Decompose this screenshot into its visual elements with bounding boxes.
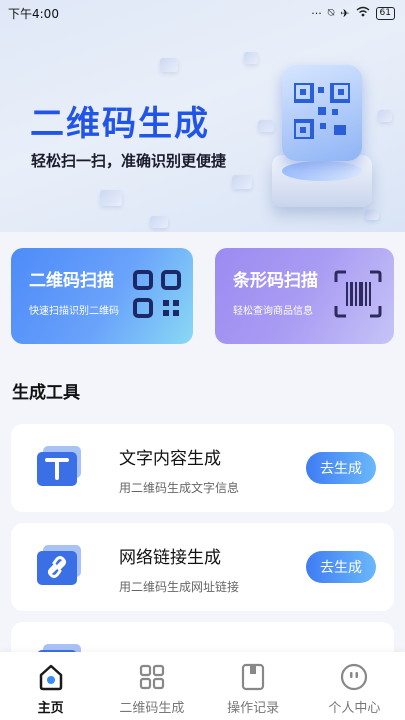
generate-text-button[interactable]: 去生成 (306, 452, 376, 484)
airplane-icon: ✈ (340, 6, 350, 20)
barcode-icon (334, 270, 382, 322)
nav-label: 操作记录 (227, 701, 280, 716)
status-time: 下午4:00 (8, 6, 59, 21)
tool-desc: 用二维码生成文字信息 (119, 481, 240, 495)
barcode-scan-card[interactable]: 条形码扫描 轻松查询商品信息 (215, 248, 394, 344)
battery-icon: 61 (375, 6, 395, 20)
nav-home[interactable]: 主页 (0, 652, 101, 720)
qr-illustration (268, 55, 378, 215)
nav-label: 二维码生成 (119, 701, 185, 716)
wifi-icon (356, 6, 370, 20)
nav-label: 主页 (37, 701, 64, 716)
profile-icon (339, 662, 369, 692)
bottom-nav: 主页 二维码生成 操作记录 个人中心 (0, 652, 405, 720)
generate-link-button[interactable]: 去生成 (306, 551, 376, 583)
section-title: 生成工具 (12, 383, 80, 403)
tool-title: 网络链接生成 (119, 548, 221, 568)
hero-subtitle: 轻松扫一扫，准确识别更便捷 (31, 152, 227, 170)
hero-banner: 二维码生成 轻松扫一扫，准确识别更便捷 (0, 0, 405, 232)
hero-title: 二维码生成 (30, 104, 210, 144)
tool-card-link[interactable]: 网络链接生成 用二维码生成网址链接 去生成 (11, 523, 394, 611)
nav-qr-generate[interactable]: 二维码生成 (101, 652, 202, 720)
qr-code-icon (133, 270, 181, 322)
tool-desc: 用二维码生成网址链接 (119, 580, 240, 594)
mute-icon: ⍉ (327, 6, 335, 19)
qr-scan-subtitle: 快速扫描识别二维码 (29, 306, 119, 317)
home-icon (36, 662, 66, 692)
nav-records[interactable]: 操作记录 (203, 652, 304, 720)
text-icon (35, 444, 85, 490)
more-dots-icon: ··· (311, 6, 322, 20)
barcode-scan-title: 条形码扫描 (233, 271, 318, 291)
qr-scan-card[interactable]: 二维码扫描 快速扫描识别二维码 (11, 248, 193, 344)
qr-scan-title: 二维码扫描 (29, 271, 114, 291)
nav-label: 个人中心 (328, 701, 381, 716)
qr-grid-icon (137, 662, 167, 692)
link-icon (35, 543, 85, 589)
nav-profile[interactable]: 个人中心 (304, 652, 405, 720)
record-icon (238, 662, 268, 692)
tool-title: 文字内容生成 (119, 449, 221, 469)
tool-card-text[interactable]: 文字内容生成 用二维码生成文字信息 去生成 (11, 424, 394, 512)
barcode-scan-subtitle: 轻松查询商品信息 (233, 306, 313, 317)
status-bar: 下午4:00 ··· ⍉ ✈ 61 (0, 0, 405, 26)
